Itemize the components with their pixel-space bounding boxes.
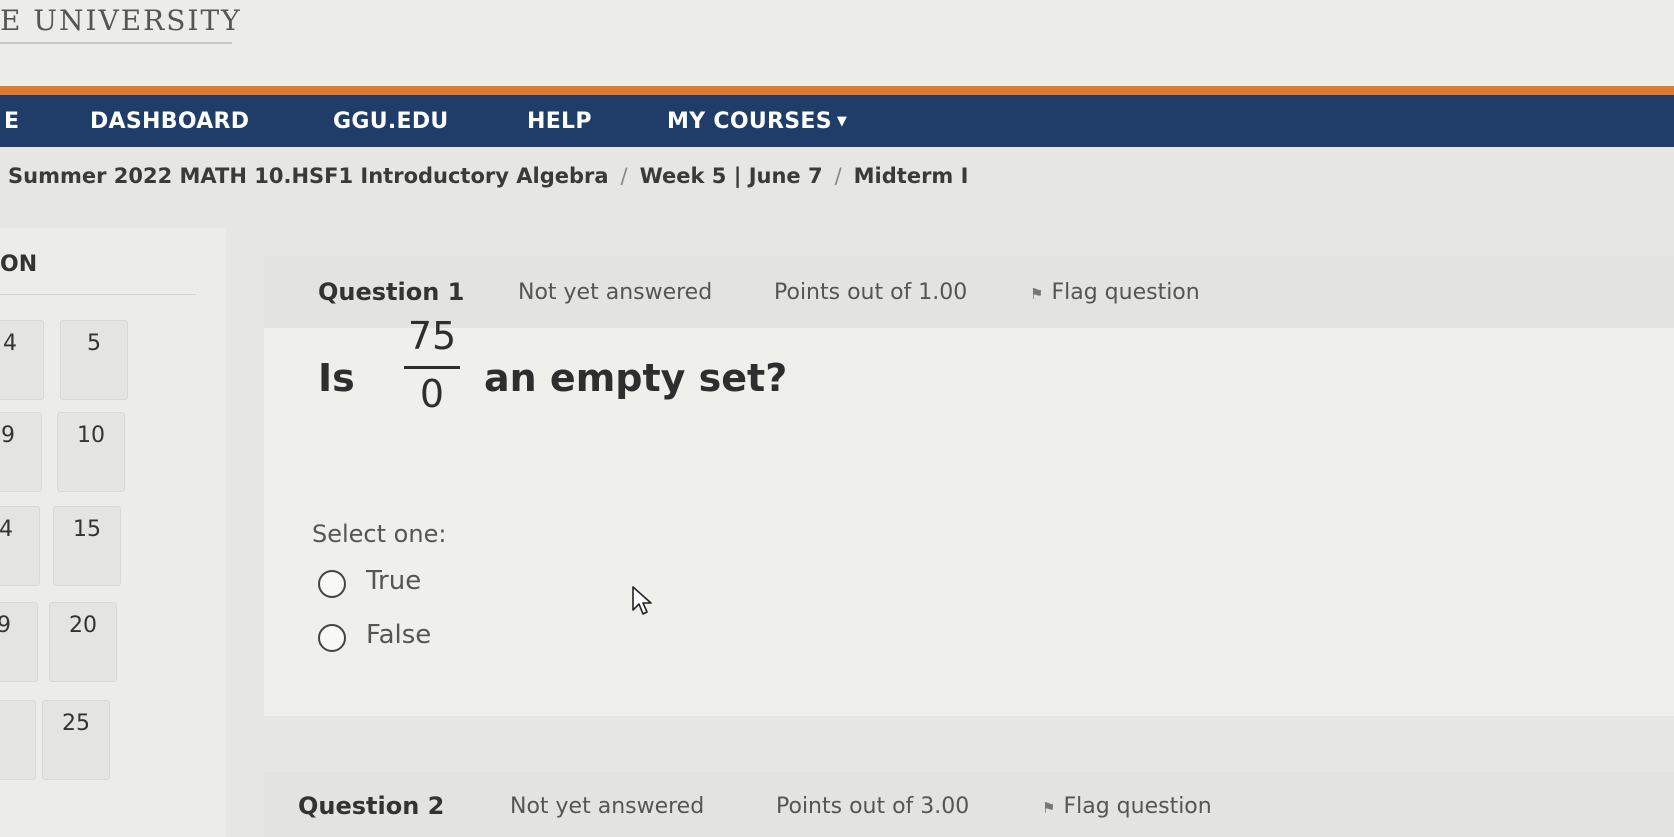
nav-item-ggu-edu[interactable]: GGU.EDU	[333, 109, 449, 134]
quiz-nav-button-label: 9	[1, 423, 15, 448]
quiz-nav-button-label: 15	[73, 517, 101, 542]
question-2: Question 2 Not yet answered Points out o…	[264, 772, 1674, 837]
question-info-bar: Question 1 Not yet answered Points out o…	[264, 256, 1674, 328]
quiz-nav-button-label: 4	[3, 331, 17, 356]
quiz-nav-button-label: 9	[0, 613, 11, 638]
quiz-navigation-title: ON	[0, 252, 38, 277]
flag-question-button[interactable]: ⚑ Flag question	[1042, 794, 1212, 819]
flag-question-label: Flag question	[1063, 794, 1212, 819]
question-points: Points out of 3.00	[776, 794, 970, 819]
question-text-after: an empty set?	[484, 356, 788, 400]
quiz-nav-button-label: 5	[87, 331, 101, 356]
quiz-nav-button[interactable]: 20	[49, 602, 117, 682]
fraction-bar	[404, 366, 460, 369]
chevron-down-icon: ▼	[836, 114, 848, 129]
question-state: Not yet answered	[510, 794, 705, 819]
breadcrumb-separator: /	[620, 164, 628, 188]
question-number: Question 2	[298, 792, 445, 820]
flag-icon: ⚑	[1042, 799, 1056, 817]
question-text-before: Is	[318, 356, 355, 400]
flag-question-button[interactable]: ⚑ Flag question	[1030, 280, 1200, 305]
radio-false[interactable]	[318, 624, 346, 652]
quiz-nav-button-label: 4	[0, 517, 13, 542]
nav-item-dashboard[interactable]: DASHBOARD	[90, 109, 249, 134]
quiz-nav-button[interactable]: 4	[0, 506, 40, 586]
brand-underline	[0, 42, 232, 44]
quiz-nav-button[interactable]: 4	[0, 320, 44, 400]
question-1: Question 1 Not yet answered Points out o…	[264, 256, 1674, 716]
breadcrumb-quiz[interactable]: Midterm I	[854, 164, 969, 188]
nav-item-my-courses-label: MY COURSES	[667, 109, 832, 134]
flag-icon: ⚑	[1030, 285, 1044, 303]
question-number: Question 1	[318, 278, 465, 306]
option-true-label: True	[366, 566, 422, 596]
answer-prompt: Select one:	[312, 520, 447, 548]
question-points: Points out of 1.00	[774, 280, 968, 305]
divider	[0, 294, 196, 295]
breadcrumb-course[interactable]: Summer 2022 MATH 10.HSF1 Introductory Al…	[8, 164, 609, 188]
main-navbar: E DASHBOARD GGU.EDU HELP MY COURSES ▼	[0, 95, 1674, 147]
university-logo-text[interactable]: E UNIVERSITY	[0, 4, 242, 37]
quiz-nav-button[interactable]	[0, 700, 36, 780]
quiz-nav-button-label: 25	[62, 711, 90, 736]
quiz-nav-button[interactable]: 10	[57, 412, 125, 492]
quiz-nav-button[interactable]: 9	[0, 412, 42, 492]
quiz-nav-button[interactable]: 25	[42, 700, 110, 780]
quiz-navigation-panel: ON 4 5 9 10 4 15 9 20 25	[0, 228, 226, 837]
nav-item-home[interactable]: E	[4, 109, 19, 134]
quiz-nav-button[interactable]: 9	[0, 602, 38, 682]
question-text: Is 75 0 an empty set?	[318, 314, 918, 456]
nav-item-help[interactable]: HELP	[527, 109, 592, 134]
quiz-nav-button[interactable]: 5	[60, 320, 128, 400]
radio-true[interactable]	[318, 570, 346, 598]
mouse-pointer-icon	[632, 586, 652, 615]
question-state: Not yet answered	[518, 280, 713, 305]
fraction-denominator: 0	[419, 372, 445, 416]
quiz-nav-button-label: 10	[77, 423, 105, 448]
nav-item-my-courses[interactable]: MY COURSES ▼	[667, 109, 847, 134]
option-false-label: False	[366, 620, 432, 650]
quiz-nav-button[interactable]: 15	[53, 506, 121, 586]
quiz-nav-button-label: 20	[69, 613, 97, 638]
site-header: E UNIVERSITY	[0, 0, 1674, 88]
fraction-numerator: 75	[407, 314, 457, 358]
breadcrumb: Summer 2022 MATH 10.HSF1 Introductory Al…	[8, 164, 968, 188]
flag-question-label: Flag question	[1051, 280, 1200, 305]
breadcrumb-separator: /	[834, 164, 842, 188]
accent-bar	[0, 86, 1674, 95]
breadcrumb-week[interactable]: Week 5 | June 7	[640, 164, 823, 188]
